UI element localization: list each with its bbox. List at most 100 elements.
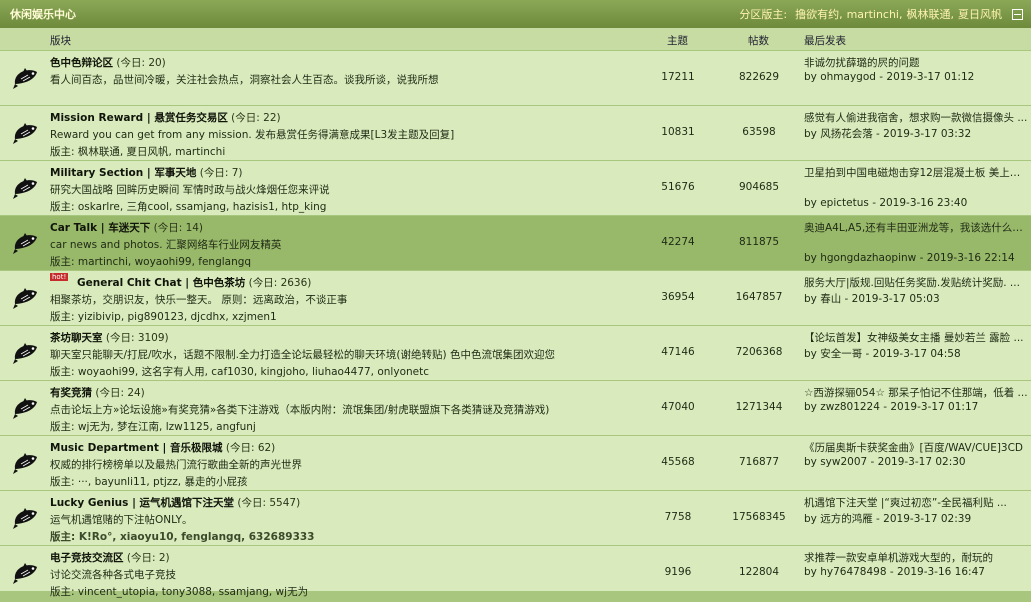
fish-icon[interactable] bbox=[12, 559, 40, 587]
last-post-by[interactable]: by 春山 - 2019-3-17 05:03 bbox=[804, 291, 940, 306]
forum-title-line: 电子竞技交流区 (今日: 2) bbox=[50, 550, 170, 565]
forum-moderators[interactable]: 版主: oskarlre, 三角cool, ssamjang, hazisis1… bbox=[50, 199, 326, 214]
last-post-by[interactable]: by zwz801224 - 2019-3-17 01:17 bbox=[804, 401, 978, 413]
forum-description: Reward you can get from any mission. 发布悬… bbox=[50, 129, 455, 141]
last-post-title[interactable]: 奥迪A4L,A5,还有丰田亚洲龙等，我该选什么？ ... bbox=[804, 220, 1028, 235]
fish-icon[interactable] bbox=[12, 174, 40, 202]
forum-topic-count: 9196 bbox=[664, 566, 692, 578]
forum-name[interactable]: Car Talk | 车迷天下 bbox=[50, 222, 150, 234]
forum-last-post: 求推荐一款安卓单机游戏大型的，耐玩的 by hy76478498 - 2019-… bbox=[804, 550, 1028, 578]
last-post-title[interactable]: 求推荐一款安卓单机游戏大型的，耐玩的 bbox=[804, 550, 1028, 565]
fish-icon[interactable] bbox=[12, 229, 40, 257]
category-moderators: 分区版主: 撸欲有约, martinchi, 枫林联通, 夏日风帆 bbox=[739, 6, 1023, 22]
fish-icon[interactable] bbox=[12, 394, 40, 422]
forum-moderators[interactable]: 版主: woyaohi99, 这名字有人用, caf1030, kingjoho… bbox=[50, 364, 429, 379]
forum-description: car news and photos. 汇聚网络车行业网友精英 bbox=[50, 239, 282, 251]
last-post-title[interactable]: 卫星拍到中国电磁炮击穿12层混凝土板 美上将 ... bbox=[804, 165, 1028, 180]
forum-row: Lucky Genius | 运气机遇馆下注天堂 (今日: 5547) 运气机遇… bbox=[0, 491, 1031, 546]
forum-description: 聊天室只能聊天/打屁/吹水，话题不限制.全力打造全论坛最轻松的聊天环境(谢绝转贴… bbox=[50, 349, 555, 361]
forum-name[interactable]: 有奖竞猜 bbox=[50, 387, 92, 399]
fish-icon[interactable] bbox=[12, 119, 40, 147]
last-post-title[interactable]: 【论坛首发】女神级美女主播 曼妙若兰 露脸 ... bbox=[804, 330, 1028, 345]
forum-topic-count: 42274 bbox=[661, 236, 695, 248]
forum-topic-count: 10831 bbox=[661, 126, 695, 138]
fish-icon[interactable] bbox=[12, 284, 40, 312]
forum-name[interactable]: 茶坊聊天室 bbox=[50, 332, 103, 344]
category-title[interactable]: 休闲娱乐中心 bbox=[10, 6, 76, 22]
forum-topic-count: 36954 bbox=[661, 291, 695, 303]
forum-post-count: 7206368 bbox=[735, 346, 783, 358]
forum-post-count: 122804 bbox=[738, 566, 780, 578]
forum-last-post: 【论坛首发】女神级美女主播 曼妙若兰 露脸 ... by 安全一哥 - 2019… bbox=[804, 330, 1028, 360]
last-post-by[interactable]: by hgongdazhaopinw - 2019-3-16 22:14 bbox=[804, 252, 1015, 264]
forum-name[interactable]: Lucky Genius | 运气机遇馆下注天堂 bbox=[50, 497, 234, 509]
fish-icon[interactable] bbox=[12, 339, 40, 367]
forum-description: 看人间百态，品世间冷暖，关注社会热点，洞察社会人生百态。谈我所谈，说我所想 bbox=[50, 74, 439, 86]
fish-icon[interactable] bbox=[12, 504, 40, 532]
moderator-link[interactable]: martinchi, bbox=[847, 8, 903, 21]
forum-today-count: (今日: 24) bbox=[95, 387, 145, 399]
collapse-icon[interactable] bbox=[1012, 8, 1023, 20]
forum-topic-count: 45568 bbox=[661, 456, 695, 468]
forum-title-line: 色中色辩论区 (今日: 20) bbox=[50, 55, 166, 70]
forum-description: 权威的排行榜榜单以及最热门流行歌曲全新的声光世界 bbox=[50, 459, 302, 471]
last-post-by[interactable]: by syw2007 - 2019-3-17 02:30 bbox=[804, 456, 966, 468]
forum-description: 相聚茶坊，交朋识友，快乐一整天。 原则：远离政治，不谈正事 bbox=[50, 294, 348, 306]
forum-row: 有奖竞猜 (今日: 24) 点击论坛上方»论坛设施»有奖竞猜»各类下注游戏（本版… bbox=[0, 381, 1031, 436]
moderator-link[interactable]: 夏日风帆 bbox=[958, 6, 1002, 22]
last-post-by[interactable]: by hy76478498 - 2019-3-16 16:47 bbox=[804, 566, 985, 578]
last-post-title[interactable]: 机遇馆下注天堂 |“爽过初恋”-全民福利贴 ... bbox=[804, 495, 1028, 510]
forum-name[interactable]: General Chit Chat | 色中色茶坊 bbox=[77, 277, 245, 289]
fish-icon[interactable] bbox=[12, 64, 40, 92]
category-header: 休闲娱乐中心 分区版主: 撸欲有约, martinchi, 枫林联通, 夏日风帆 bbox=[0, 0, 1031, 28]
forum-name[interactable]: 色中色辩论区 bbox=[50, 57, 113, 69]
forum-topic-count: 17211 bbox=[661, 71, 695, 83]
forum-today-count: (今日: 20) bbox=[116, 57, 166, 69]
forum-description: 研究大国战略 回眸历史瞬间 军情时政与战火烽烟任您来评说 bbox=[50, 184, 330, 196]
last-post-by[interactable]: by 风扬花会落 - 2019-3-17 03:32 bbox=[804, 126, 971, 141]
forum-today-count: (今日: 62) bbox=[225, 442, 276, 454]
forum-today-count: (今日: 14) bbox=[153, 222, 204, 234]
forum-last-post: ☆西游探骊054☆ 那呆子怕记不住那端，低着 ... by zwz801224 … bbox=[804, 385, 1028, 413]
forum-post-count: 811875 bbox=[738, 236, 780, 248]
forum-moderators[interactable]: 版主: 枫林联通, 夏日风帆, martinchi bbox=[50, 144, 225, 159]
last-post-by[interactable]: by 安全一哥 - 2019-3-17 04:58 bbox=[804, 346, 961, 361]
forum-post-count: 716877 bbox=[738, 456, 780, 468]
forum-moderators[interactable]: 版主: wj无为, 梦在江南, lzw1125, angfunj bbox=[50, 419, 256, 434]
forum-today-count: (今日: 2636) bbox=[248, 277, 312, 289]
forum-last-post: 《历届奥斯卡获奖金曲》[百度/WAV/CUE]3CD by syw2007 - … bbox=[804, 440, 1028, 468]
forum-moderators[interactable]: 版主: martinchi, woyaohi99, fenglangq bbox=[50, 254, 251, 269]
forum-name[interactable]: Military Section | 军事天地 bbox=[50, 167, 196, 179]
forum-name[interactable]: Music Department | 音乐极限城 bbox=[50, 442, 223, 454]
fish-icon[interactable] bbox=[12, 449, 40, 477]
forum-moderators[interactable]: 版主: yizibivip, pig890123, djcdhx, xzjmen… bbox=[50, 309, 277, 324]
forum-today-count: (今日: 22) bbox=[231, 112, 281, 124]
forum-description: 点击论坛上方»论坛设施»有奖竞猜»各类下注游戏（本版内附：流氓集团/射虎联盟旗下… bbox=[50, 404, 550, 416]
last-post-title[interactable]: 《历届奥斯卡获奖金曲》[百度/WAV/CUE]3CD bbox=[804, 440, 1028, 455]
forum-row: Military Section | 军事天地 (今日: 7) 研究大国战略 回… bbox=[0, 161, 1031, 216]
forum-moderators[interactable]: 版主: K!Ro°, xiaoyu10, fenglangq, 63268933… bbox=[50, 529, 315, 544]
last-post-title[interactable]: 感觉有人偷进我宿舍，想求购一款微信摄像头 ... bbox=[804, 110, 1028, 125]
forum-name[interactable]: 电子竞技交流区 bbox=[50, 552, 124, 564]
forum-name[interactable]: Mission Reward | 悬赏任务交易区 bbox=[50, 112, 228, 124]
forum-last-post: 非诚勿扰薛璐的屄的问题 by ohmaygod - 2019-3-17 01:1… bbox=[804, 55, 1028, 83]
forum-moderators[interactable]: 版主: ···, bayunli11, ptjzz, 暴走的小屁孩 bbox=[50, 474, 247, 489]
moderator-link[interactable]: 枫林联通, bbox=[907, 6, 955, 22]
last-post-by[interactable]: by epictetus - 2019-3-16 23:40 bbox=[804, 197, 967, 209]
forum-last-post: 机遇馆下注天堂 |“爽过初恋”-全民福利贴 ... by 远方的鸿雁 - 201… bbox=[804, 495, 1028, 525]
moderator-link[interactable]: 撸欲有约, bbox=[795, 6, 843, 22]
forum-post-count: 17568345 bbox=[732, 511, 786, 523]
last-post-title[interactable]: ☆西游探骊054☆ 那呆子怕记不住那端，低着 ... bbox=[804, 385, 1028, 400]
forum-post-count: 63598 bbox=[742, 126, 776, 138]
forum-topic-count: 47146 bbox=[661, 346, 695, 358]
forum-moderators[interactable]: 版主: vincent_utopia, tony3088, ssamjang, … bbox=[50, 584, 308, 599]
forum-row: Mission Reward | 悬赏任务交易区 (今日: 22) Reward… bbox=[0, 106, 1031, 161]
forum-post-count: 822629 bbox=[738, 71, 780, 83]
col-topics: 主题 bbox=[667, 35, 688, 47]
last-post-title[interactable]: 非诚勿扰薛璐的屄的问题 bbox=[804, 55, 1028, 70]
last-post-title[interactable]: 服务大厅|版规.回贴任务奖励.发贴统计奖励. ... bbox=[804, 275, 1028, 290]
col-board: 版块 bbox=[50, 35, 71, 47]
last-post-by[interactable]: by ohmaygod - 2019-3-17 01:12 bbox=[804, 71, 974, 83]
forum-topic-count: 47040 bbox=[661, 401, 695, 413]
last-post-by[interactable]: by 远方的鸿雁 - 2019-3-17 02:39 bbox=[804, 511, 971, 526]
